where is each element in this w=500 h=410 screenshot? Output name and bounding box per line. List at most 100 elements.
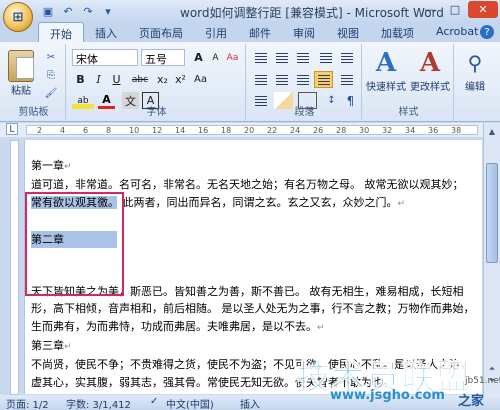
- clipboard-group-label: 剪贴板: [18, 107, 49, 118]
- paste-icon: [8, 50, 34, 82]
- customize-icon[interactable]: ▾: [100, 3, 116, 19]
- doc-line[interactable]: 生而弗有，为而弗恃，功成而弗居。夫唯弗居，是以不去。↵: [31, 318, 477, 337]
- quick-styles-icon: A: [375, 48, 397, 78]
- paragraph-group: ↕ ¶ 段落: [248, 44, 362, 120]
- bullets-glyph: [254, 52, 267, 63]
- font-size-select[interactable]: 五号: [141, 49, 185, 66]
- numbering-glyph: [275, 52, 288, 63]
- minimize-button[interactable]: —: [418, 1, 442, 18]
- styles-group: A 快速样式 A 更改样式 样式: [364, 44, 454, 120]
- quick-styles-label: 快速样式: [366, 82, 406, 93]
- ruler-row: L 2 4 6 8 10 12 14 16 18 20 22 24 26 28 30 32 34 36 38: [0, 123, 500, 137]
- align-center-glyph: [275, 74, 288, 85]
- decrease-indent-icon[interactable]: [316, 49, 335, 66]
- undo-icon[interactable]: ↶: [60, 3, 76, 19]
- font-group-label: 字体: [146, 107, 167, 118]
- scroll-thumb[interactable]: [486, 163, 498, 263]
- change-styles-button[interactable]: A 更改样式: [410, 48, 450, 93]
- insert-mode[interactable]: 插入: [240, 396, 260, 410]
- help-icon[interactable]: ?: [480, 25, 494, 39]
- language-indicator[interactable]: 中文(中国): [166, 396, 214, 410]
- ruler-tick-label: 22: [267, 126, 278, 135]
- bold-button[interactable]: B: [72, 71, 89, 88]
- ruler-tick-label: 20: [244, 126, 255, 135]
- align-left-icon[interactable]: [251, 71, 270, 88]
- ribbon-tabs: 开始 插入 页面布局 引用 邮件 审阅 视图 加载项 Acrobat: [0, 22, 500, 42]
- tab-page-layout[interactable]: 页面布局: [128, 22, 194, 42]
- doc-line[interactable]: 形，高下相倾，音声相和，前后相随。 是以圣人处无为之事，行不言之教；万物作而弗始…: [31, 300, 477, 317]
- title-bar: ⊞ ▣ ↶ ↷ ▾ word如何调整行距 [兼容模式] - Microsoft …: [0, 0, 500, 32]
- watermark-tail: 之家: [458, 394, 485, 409]
- tab-selector-icon[interactable]: L: [6, 123, 18, 135]
- tab-view[interactable]: 视图: [326, 22, 370, 42]
- multilevel-glyph: [296, 52, 309, 63]
- font-name-select[interactable]: 宋体: [72, 49, 138, 66]
- distribute-glyph: [340, 74, 353, 85]
- subscript-button[interactable]: x₂: [154, 71, 171, 88]
- ruler-tick-label: 8: [106, 126, 112, 135]
- scroll-up-icon[interactable]: ▲: [486, 125, 498, 137]
- paste-button[interactable]: 粘贴: [8, 50, 34, 97]
- styles-group-label: 样式: [398, 107, 419, 118]
- ruler-tick-label: 6: [83, 126, 89, 135]
- tab-home[interactable]: 开始: [38, 22, 84, 42]
- numbering-icon[interactable]: [272, 49, 291, 66]
- decrease-indent-glyph: [319, 52, 332, 63]
- tab-addins[interactable]: 加载项: [370, 22, 425, 42]
- vertical-scrollbar[interactable]: ▲ ⏶ ⏷: [483, 123, 500, 395]
- shrink-font-icon[interactable]: A: [207, 49, 224, 66]
- tab-review[interactable]: 审阅: [282, 22, 326, 42]
- vertical-ruler[interactable]: [10, 140, 19, 395]
- save-icon[interactable]: ▣: [40, 3, 56, 19]
- ruler-tick-label: 2: [37, 126, 43, 135]
- clear-format-icon[interactable]: Aa: [224, 49, 241, 66]
- quick-styles-button[interactable]: A 快速样式: [366, 48, 406, 93]
- paste-label: 粘贴: [11, 86, 31, 97]
- distribute-icon[interactable]: [337, 71, 356, 88]
- maximize-button[interactable]: □: [443, 1, 467, 18]
- ruler-tick-label: 34: [405, 126, 416, 135]
- change-styles-label: 更改样式: [410, 82, 450, 93]
- bullets-icon[interactable]: [251, 49, 270, 66]
- tab-mailings[interactable]: 邮件: [238, 22, 282, 42]
- format-painter-icon[interactable]: 🖌: [44, 86, 58, 100]
- ruler-tick-label: 14: [175, 126, 186, 135]
- ribbon: 粘贴 ✂ ⎘ 🖌 剪贴板 宋体 五号 A A Aa B I U abc x₂ x…: [0, 42, 500, 122]
- align-right-icon[interactable]: [293, 71, 312, 88]
- redo-icon[interactable]: ↷: [80, 3, 96, 19]
- increase-indent-icon[interactable]: [337, 49, 356, 66]
- superscript-button[interactable]: x²: [172, 71, 189, 88]
- change-case-button[interactable]: Aa: [192, 71, 209, 88]
- office-button[interactable]: ⊞: [3, 2, 33, 32]
- align-right-glyph: [296, 74, 309, 85]
- window-title: word如何调整行距 [兼容模式] - Microsoft Word: [180, 6, 444, 20]
- editing-label: 编辑: [465, 82, 485, 93]
- word-count[interactable]: 字数: 3/1,412: [66, 396, 131, 410]
- ruler-tick-label: 26: [313, 126, 324, 135]
- window-controls: — □ ✕: [418, 1, 498, 18]
- multilevel-icon[interactable]: [293, 49, 312, 66]
- watermark-site: jb51.net: [465, 376, 500, 386]
- align-center-icon[interactable]: [272, 71, 291, 88]
- horizontal-ruler[interactable]: 2 4 6 8 10 12 14 16 18 20 22 24 26 28 30 32 34 36 38: [26, 125, 478, 135]
- tab-references[interactable]: 引用: [194, 22, 238, 42]
- strikethrough-button[interactable]: abc: [128, 71, 152, 88]
- spell-check-icon[interactable]: ✓: [150, 396, 158, 407]
- ruler-tick-label: 30: [359, 126, 370, 135]
- selection-highlight-box: [25, 192, 124, 296]
- editing-button[interactable]: ⚲ 编辑: [460, 48, 490, 93]
- doc-line[interactable]: 第一章↵: [31, 157, 477, 176]
- grow-font-icon[interactable]: A: [190, 49, 207, 66]
- ruler-tick-label: 24: [290, 126, 301, 135]
- close-button[interactable]: ✕: [468, 1, 498, 18]
- copy-icon[interactable]: ⎘: [44, 68, 58, 82]
- tab-insert[interactable]: 插入: [84, 22, 128, 42]
- ruler-tick-label: 12: [152, 126, 163, 135]
- cut-icon[interactable]: ✂: [44, 50, 58, 64]
- italic-button[interactable]: I: [90, 71, 107, 88]
- prev-page-icon[interactable]: ⏶: [486, 363, 498, 375]
- underline-button[interactable]: U: [108, 71, 125, 88]
- page-count[interactable]: 页面: 1/2: [6, 396, 49, 410]
- justify-icon[interactable]: [314, 71, 333, 88]
- font-group: 宋体 五号 A A Aa B I U abc x₂ x² Aa ab A 文 A…: [68, 44, 246, 120]
